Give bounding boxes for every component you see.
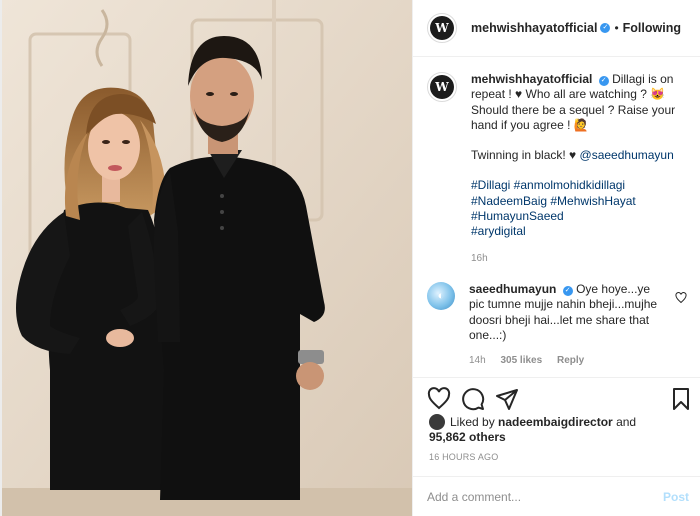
commenter-username[interactable]: saeedhumayun [469,282,556,296]
caption-username[interactable]: mehwishhayatofficial [471,72,592,86]
caption: W mehwishhayatofficial ✓ Dillagi is on r… [427,72,687,266]
liker-avatar[interactable] [429,414,445,430]
verified-icon: ✓ [600,23,611,33]
caption-avatar-initial: W [430,75,454,99]
post-button[interactable]: Post [663,490,689,504]
comment-item: ◐ saeedhumayun ✓ Oye hoye...ye pic tumne… [427,281,687,368]
author-username[interactable]: mehwishhayatofficial [471,21,597,35]
author-avatar[interactable]: W [427,13,457,43]
hashtag-line[interactable]: #NadeemBaig #MehwishHayat [471,194,687,209]
liker-username[interactable]: nadeembaigdirector [498,415,613,429]
hashtag-line[interactable]: #Dillagi #anmolmohidkidillagi [471,178,687,193]
verified-icon: ✓ [562,285,573,296]
comments-section[interactable]: W mehwishhayatofficial ✓ Dillagi is on r… [413,58,700,376]
mention-link[interactable]: @saeedhumayun [580,148,674,162]
caption-time[interactable]: 16h [471,251,687,266]
action-bar [413,377,700,417]
likes-count[interactable]: 95,862 others [429,430,506,444]
post-photo[interactable] [2,0,412,516]
author-avatar-initial: W [430,16,454,40]
likes-prefix: Liked by [450,415,499,429]
likes-summary: Liked by nadeembaigdirector and 95,862 o… [429,414,691,445]
reply-button[interactable]: Reply [557,355,584,366]
post-timestamp[interactable]: 16 HOURS AGO [429,452,498,462]
comment-likes[interactable]: 305 likes [500,355,542,366]
following-button[interactable]: Following [623,21,681,35]
hashtag-line[interactable]: #arydigital [471,224,687,239]
bookmark-icon[interactable] [669,387,693,411]
hashtag-line[interactable]: #HumayunSaeed [471,209,687,224]
hashtags: #Dillagi #anmolmohidkidillagi #NadeemBai… [471,178,687,239]
likes-conj: and [612,415,637,429]
post-side-panel: W mehwishhayatofficial ✓ • Following W m… [412,0,700,516]
post-photo-illustration [2,0,412,516]
add-comment-input[interactable] [427,489,627,504]
commenter-avatar[interactable]: ◐ [427,281,455,310]
add-comment-bar: Post [413,476,700,516]
post-header: W mehwishhayatofficial ✓ • Following [413,0,700,57]
comment-icon[interactable] [461,387,485,411]
caption-author-avatar[interactable]: W [427,72,457,102]
separator-dot: • [614,21,619,35]
caption-twinning-text: Twinning in black! ♥ [471,148,580,163]
comment-heart-icon[interactable] [675,292,687,304]
comment-meta: 14h 305 likes Reply [469,353,665,368]
heart-icon[interactable] [427,387,451,411]
caption-twinning: Twinning in black! ♥ @saeedhumayun [471,148,687,163]
comment-time[interactable]: 14h [469,355,486,366]
verified-icon: ✓ [598,76,609,86]
share-icon[interactable] [495,387,519,411]
